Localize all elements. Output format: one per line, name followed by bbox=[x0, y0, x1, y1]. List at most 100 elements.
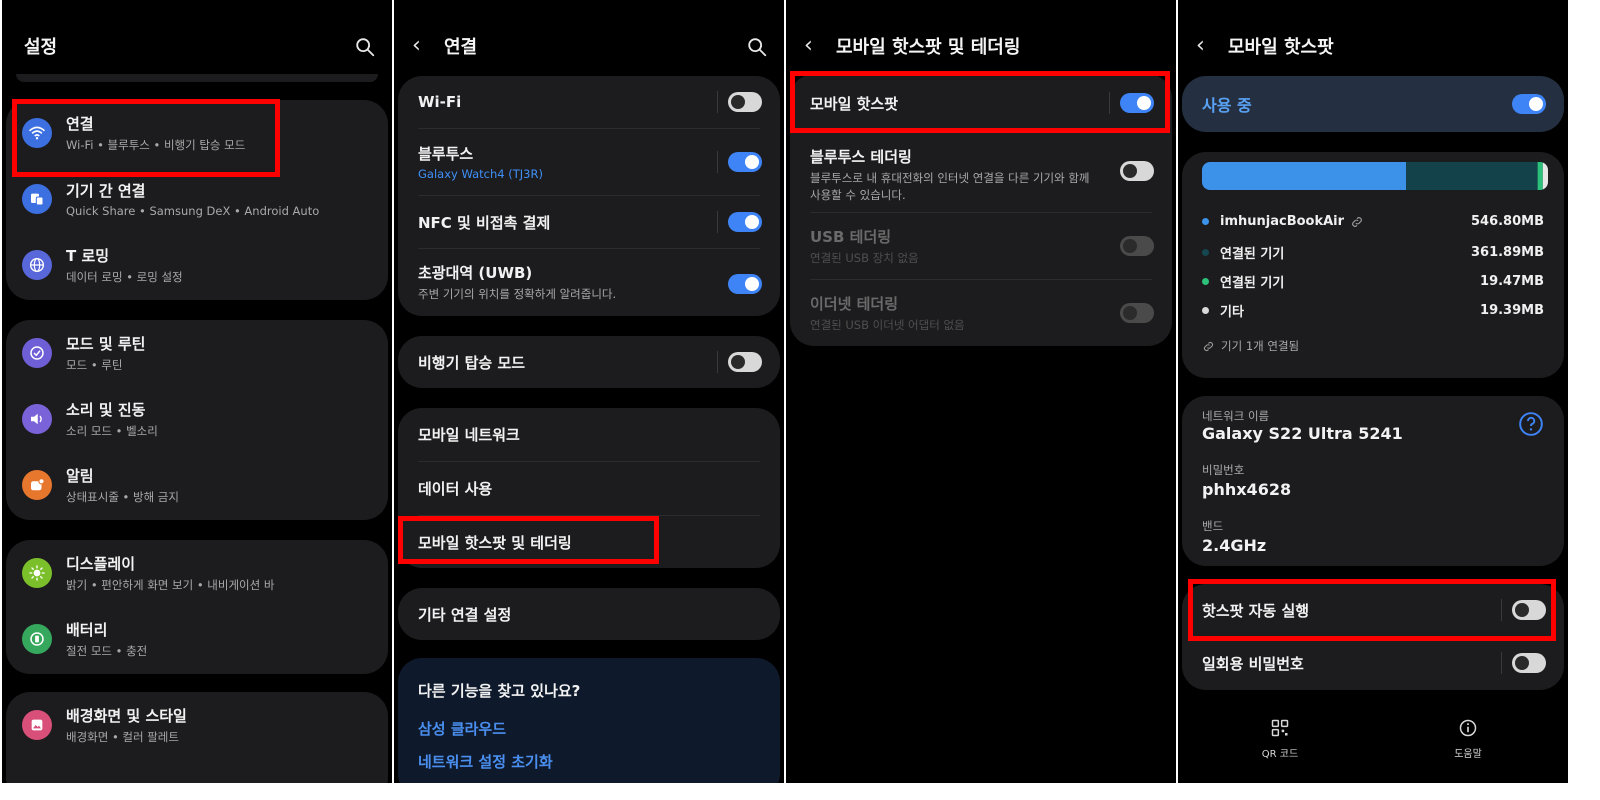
usage-row: 기타 19.39MB bbox=[1202, 301, 1544, 320]
item-label: 알림 bbox=[66, 467, 94, 485]
mobile-network-row[interactable]: 모바일 네트워크 bbox=[398, 408, 780, 461]
item-subtitle: 상태표시줄 • 방해 금지 bbox=[66, 490, 179, 504]
wallpaper-icon bbox=[22, 710, 52, 740]
usage-bar-segment-3 bbox=[1542, 162, 1548, 190]
info-icon bbox=[1459, 719, 1477, 737]
auto-hotspot-row[interactable]: 핫스팟 자동 실행 bbox=[1182, 584, 1564, 636]
search-icon[interactable] bbox=[746, 36, 768, 58]
row-label: 비행기 탑승 모드 bbox=[418, 353, 526, 372]
item-subtitle: 절전 모드 • 충전 bbox=[66, 644, 148, 658]
help-button[interactable]: 도움말 bbox=[1428, 718, 1508, 760]
row-label: 모바일 핫스팟 bbox=[810, 94, 899, 113]
row-subtitle: 연결된 USB 장치 없음 bbox=[810, 251, 919, 265]
mobile-hotspot-row[interactable]: 모바일 핫스팟 bbox=[790, 74, 1172, 132]
device-name: 기타 bbox=[1220, 305, 1244, 320]
speaker-icon bbox=[22, 404, 52, 434]
ethernet-tethering-row: 이더넷 테더링 연결된 USB 이더넷 어댑터 없음 bbox=[790, 280, 1172, 346]
bluetooth-row[interactable]: 블루투스 Galaxy Watch4 (TJ3R) bbox=[398, 129, 780, 195]
divider bbox=[717, 351, 718, 373]
in-use-row[interactable]: 사용 중 bbox=[1182, 76, 1564, 132]
page-title: 설정 bbox=[24, 37, 58, 58]
band-value[interactable]: 2.4GHz bbox=[1202, 536, 1266, 555]
row-label: 초광대역 (UWB) bbox=[418, 264, 533, 282]
airplane-mode-row[interactable]: 비행기 탑승 모드 bbox=[398, 336, 780, 388]
usage-bar-segment-1 bbox=[1406, 162, 1538, 190]
settings-item-wallpaper[interactable]: 배경화면 및 스타일 배경화면 • 컬러 팔레트 bbox=[6, 692, 388, 758]
battery-icon bbox=[22, 624, 52, 654]
header: ‹ 모바일 핫스팟 및 테더링 bbox=[786, 26, 1176, 66]
hotspot-toggle[interactable] bbox=[1512, 94, 1546, 114]
device-name: 연결된 기기 bbox=[1220, 247, 1285, 262]
row-label: 모바일 네트워크 bbox=[418, 426, 520, 444]
help-icon[interactable] bbox=[1518, 411, 1544, 437]
settings-item-display[interactable]: 디스플레이 밝기 • 편안하게 화면 보기 • 내비게이션 바 bbox=[6, 540, 388, 606]
settings-item-notifications[interactable]: 알림상태표시줄 • 방해 금지 bbox=[6, 452, 388, 518]
item-label: 연결 bbox=[66, 115, 94, 133]
device-name: 연결된 기기 bbox=[1220, 276, 1285, 291]
suggestion-card: 다른 기능을 찾고 있나요? 삼성 클라우드 네트워크 설정 초기화 bbox=[398, 658, 780, 783]
hotspot-tethering-row[interactable]: 모바일 핫스팟 및 테더링 bbox=[398, 516, 780, 568]
settings-item-modes[interactable]: 모드 및 루틴모드 • 루틴 bbox=[6, 320, 388, 386]
password-value[interactable]: phhx4628 bbox=[1202, 480, 1291, 499]
airplane-card: 비행기 탑승 모드 bbox=[398, 336, 780, 388]
settings-item-battery[interactable]: 배터리 절전 모드 • 충전 bbox=[6, 606, 388, 672]
back-arrow-icon[interactable]: ‹ bbox=[412, 35, 434, 57]
airplane-mode-toggle[interactable] bbox=[728, 352, 762, 372]
qr-code-button[interactable]: QR 코드 bbox=[1240, 718, 1320, 760]
settings-item-connections[interactable]: 연결 Wi-Fi • 블루투스 • 비행기 탑승 모드 bbox=[6, 100, 388, 166]
password-label: 비밀번호 bbox=[1202, 463, 1245, 477]
wifi-toggle[interactable] bbox=[728, 92, 762, 112]
tethering-card: 모바일 핫스팟 블루투스 테더링 블루투스로 내 휴대전화의 인터넷 연결을 다른… bbox=[790, 74, 1172, 346]
usage-value: 19.47MB bbox=[1480, 274, 1544, 289]
row-label: NFC 및 비접촉 결제 bbox=[418, 213, 551, 232]
header: 설정 bbox=[2, 26, 392, 66]
divider bbox=[1501, 599, 1502, 621]
uwb-row[interactable]: 초광대역 (UWB) 주변 기기의 위치를 정확하게 알려줍니다. bbox=[398, 249, 780, 315]
row-subtitle: Galaxy Watch4 (TJ3R) bbox=[418, 167, 543, 181]
usage-value: 361.89MB bbox=[1470, 245, 1544, 260]
reset-network-link[interactable]: 네트워크 설정 초기화 bbox=[418, 751, 553, 772]
mobile-hotspot-toggle[interactable] bbox=[1120, 93, 1154, 113]
link-icon bbox=[1203, 341, 1214, 351]
usb-tethering-toggle bbox=[1120, 236, 1154, 256]
row-label: 기타 연결 설정 bbox=[418, 605, 512, 624]
wifi-icon bbox=[22, 118, 52, 148]
network-name-value[interactable]: Galaxy S22 Ultra 5241 bbox=[1202, 424, 1403, 443]
back-arrow-icon[interactable]: ‹ bbox=[804, 35, 826, 57]
divider bbox=[717, 91, 718, 113]
settings-item-roaming[interactable]: T 로밍 데이터 로밍 • 로밍 설정 bbox=[6, 232, 388, 298]
legend-dot bbox=[1202, 307, 1209, 314]
usage-row: 연결된 기기 361.89MB bbox=[1202, 243, 1544, 262]
bluetooth-toggle[interactable] bbox=[728, 152, 762, 172]
connections-panel: ‹ 연결 Wi-Fi 블루투스 Galaxy Watch4 (TJ3R) NFC … bbox=[394, 0, 784, 783]
connected-devices[interactable]: 기기 1개 연결됨 bbox=[1202, 338, 1299, 354]
header: ‹ 모바일 핫스팟 bbox=[1178, 26, 1568, 66]
network-info-card: 네트워크 이름 Galaxy S22 Ultra 5241 비밀번호 phhx4… bbox=[1182, 396, 1564, 566]
bluetooth-tethering-row[interactable]: 블루투스 테더링 블루투스로 내 휴대전화의 인터넷 연결을 다른 기기와 함께 … bbox=[790, 134, 1172, 212]
usage-row: 연결된 기기 19.47MB bbox=[1202, 272, 1544, 291]
back-arrow-icon[interactable]: ‹ bbox=[1196, 35, 1218, 57]
samsung-cloud-link[interactable]: 삼성 클라우드 bbox=[418, 718, 506, 739]
row-label: Wi-Fi bbox=[418, 93, 462, 111]
nfc-toggle[interactable] bbox=[728, 212, 762, 232]
settings-item-device-connection[interactable]: 기기 간 연결 Quick Share • Samsung DeX • Andro… bbox=[6, 166, 388, 232]
divider bbox=[1501, 652, 1502, 674]
nfc-row[interactable]: NFC 및 비접촉 결제 bbox=[398, 196, 780, 248]
connections-card: Wi-Fi 블루투스 Galaxy Watch4 (TJ3R) NFC 및 비접촉… bbox=[398, 76, 780, 316]
bluetooth-tethering-toggle[interactable] bbox=[1120, 161, 1154, 181]
other-settings-row[interactable]: 기타 연결 설정 bbox=[398, 588, 780, 640]
mobile-hotspot-panel: ‹ 모바일 핫스팟 사용 중 imhunjacBookAir 546.80MB … bbox=[1178, 0, 1568, 783]
item-label: 모드 및 루틴 bbox=[66, 335, 146, 353]
row-label: 이더넷 테더링 bbox=[810, 295, 899, 313]
settings-group-3: 디스플레이 밝기 • 편안하게 화면 보기 • 내비게이션 바 배터리 절전 모드 … bbox=[6, 540, 388, 674]
one-time-password-row[interactable]: 일회용 비밀번호 bbox=[1182, 637, 1564, 689]
uwb-toggle[interactable] bbox=[728, 274, 762, 294]
search-icon[interactable] bbox=[354, 36, 376, 58]
one-time-password-toggle[interactable] bbox=[1512, 653, 1546, 673]
settings-item-sound[interactable]: 소리 및 진동 소리 모드 • 벨소리 bbox=[6, 386, 388, 452]
data-usage-row[interactable]: 데이터 사용 bbox=[398, 462, 780, 515]
row-label: 모바일 핫스팟 및 테더링 bbox=[418, 534, 572, 552]
auto-hotspot-toggle[interactable] bbox=[1512, 600, 1546, 620]
wifi-row[interactable]: Wi-Fi bbox=[398, 76, 780, 128]
item-subtitle: 모드 • 루틴 bbox=[66, 358, 123, 372]
